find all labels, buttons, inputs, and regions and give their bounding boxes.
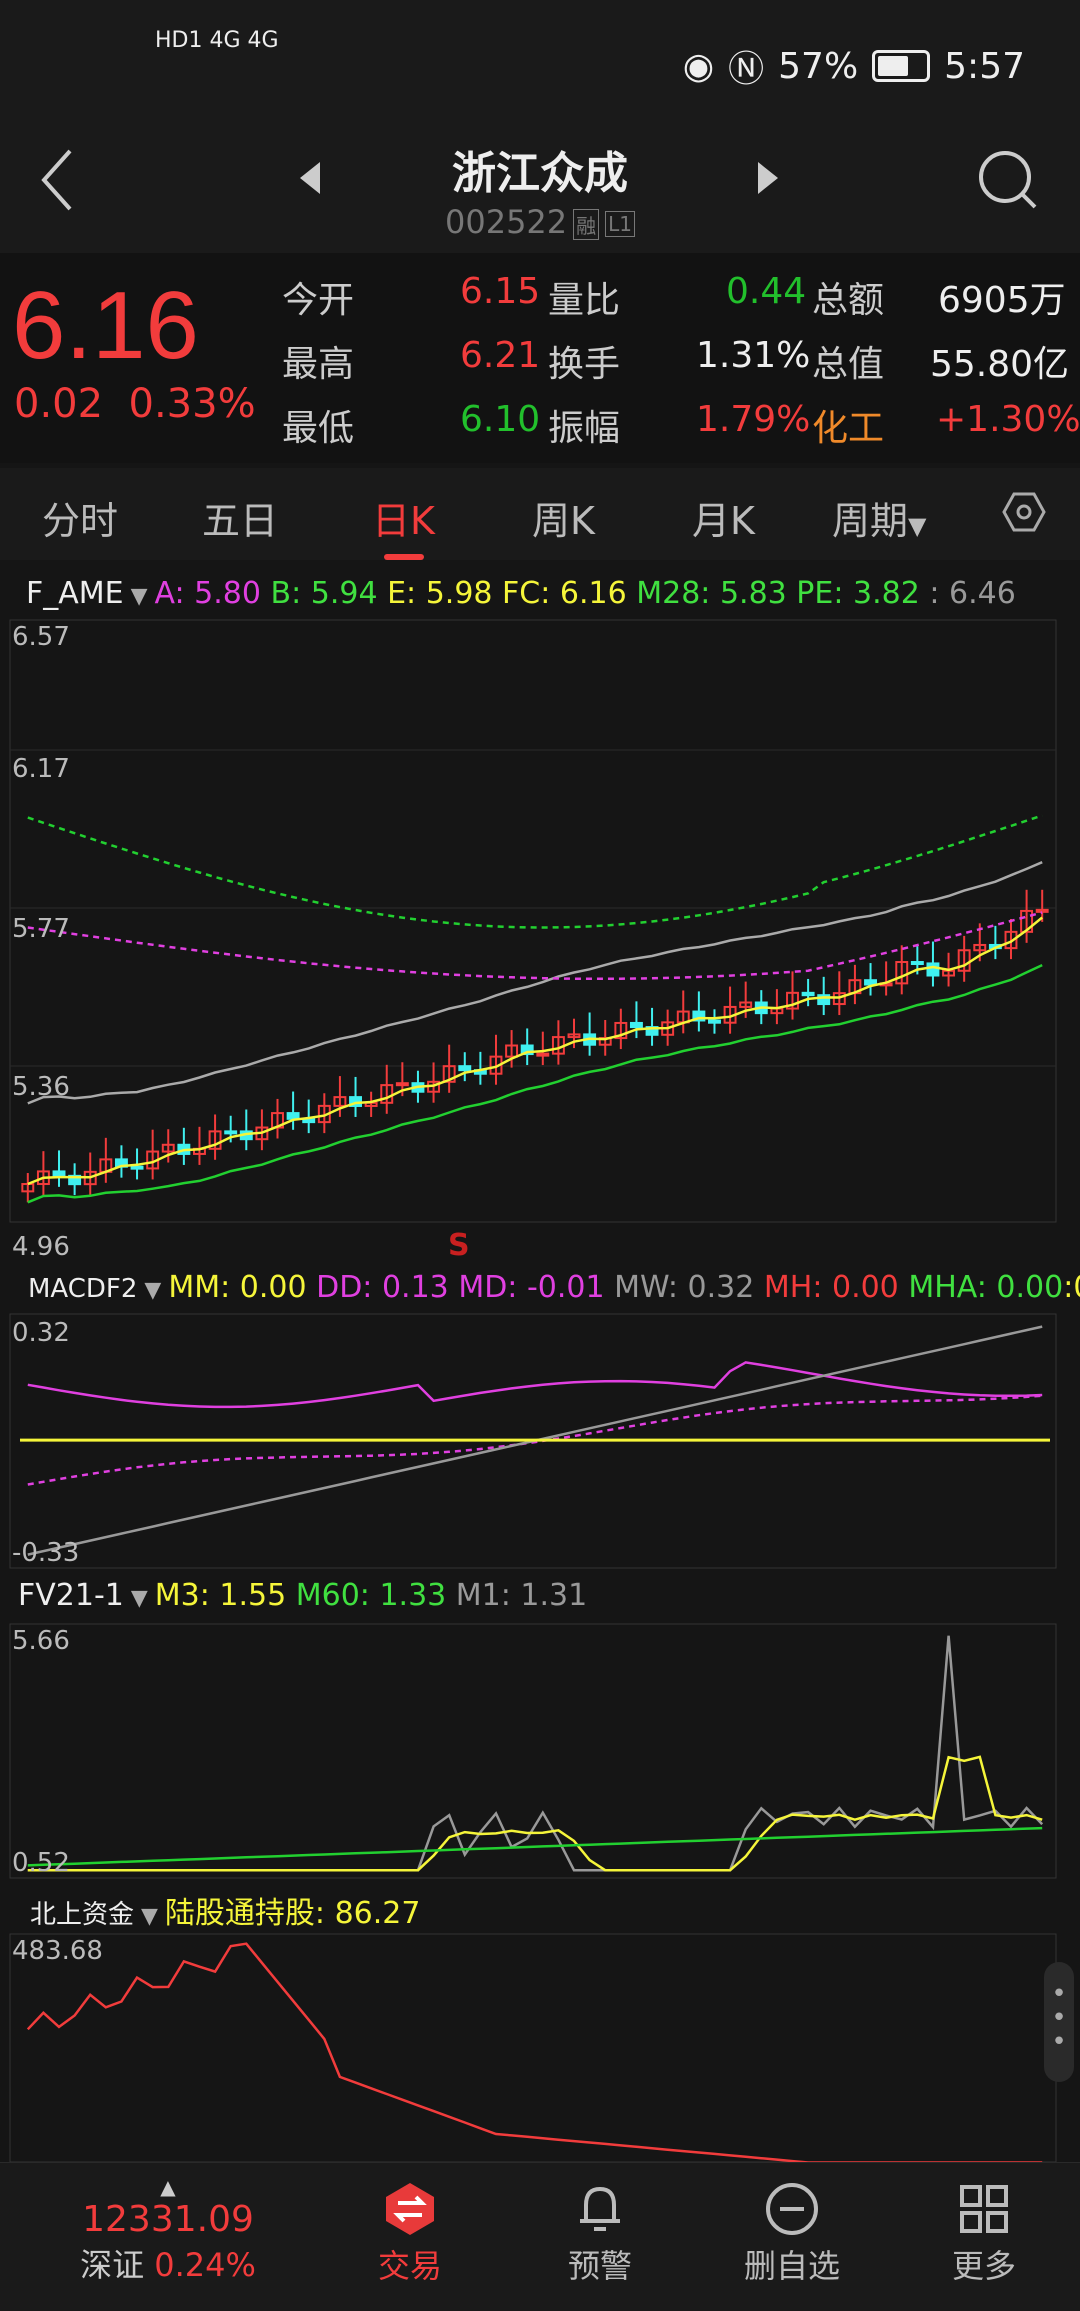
battery-percent: 57% xyxy=(778,45,859,87)
next-stock-icon[interactable] xyxy=(756,160,780,196)
nfc-icon: Ⓝ xyxy=(728,49,765,90)
bell-icon xyxy=(580,2186,620,2231)
candle-body xyxy=(864,979,877,986)
north-fund-line xyxy=(26,1942,1043,2164)
settings-hexagon-icon[interactable] xyxy=(1002,490,1046,534)
panel-frame xyxy=(9,1933,1057,2163)
main-axis-2: 6.17 xyxy=(12,754,70,784)
candle-body xyxy=(801,991,815,997)
index-value: 12331.09 xyxy=(82,2199,254,2240)
macd-axis-bottom: -0.33 xyxy=(12,1538,80,1568)
main-axis-3: 5.77 xyxy=(12,914,70,944)
north-axis-top: 483.68 xyxy=(12,1936,103,1966)
candle-body xyxy=(286,1112,300,1120)
price-change: 0.02 0.33% xyxy=(14,381,256,427)
status-bar: HD1 4G 4G ◉ Ⓝ 57% 5:57 xyxy=(0,0,1080,125)
nav-alert[interactable]: 预警 xyxy=(520,2181,680,2287)
magenta-dashed-line xyxy=(27,911,1043,981)
sell-signal-marker: S xyxy=(448,1228,470,1263)
nav-trade[interactable]: 交易 xyxy=(330,2181,490,2287)
candle-body xyxy=(224,1130,238,1135)
north-fund-legend[interactable]: 北上资金 ▼ 陆股通持股: 86.27 xyxy=(30,1888,420,1932)
main-axis-bottom: 4.96 xyxy=(12,1232,70,1262)
clock: 5:57 xyxy=(944,45,1025,87)
fv-m1-line xyxy=(27,1635,1044,1872)
drag-handle[interactable]: • • • xyxy=(1044,1962,1074,2082)
sector-label[interactable]: 化工 xyxy=(812,399,884,451)
index-pct: 0.24% xyxy=(154,2246,256,2284)
chevron-down-icon: ▼ xyxy=(908,512,927,540)
stock-code: 002522 融 L1 xyxy=(0,203,1080,241)
trade-icon xyxy=(386,2183,434,2235)
turnover-amount-value: 6905万 xyxy=(938,280,1066,321)
candle-body xyxy=(52,1170,66,1177)
eye-icon: ◉ xyxy=(682,45,715,87)
signal-indicators: HD1 4G 4G xyxy=(155,28,279,53)
candle-body xyxy=(708,1019,721,1024)
tab-five-day[interactable]: 五日 xyxy=(202,490,278,545)
candle-body xyxy=(536,1052,550,1057)
bottom-nav: ▲ 12331.09 深证 0.24% 交易 预警 删自选 更多 xyxy=(0,2162,1080,2311)
search-icon[interactable] xyxy=(975,147,1039,211)
current-price: 6.16 xyxy=(12,272,199,379)
candle-body xyxy=(629,1021,643,1029)
panel-frame xyxy=(9,1623,1057,1879)
macd-md-line xyxy=(27,1361,1043,1409)
tab-weekly-k[interactable]: 周K xyxy=(532,490,595,545)
index-name: 深证 xyxy=(80,2246,145,2284)
turnover-amount-label: 总额 xyxy=(812,280,885,321)
margin-tag: 融 xyxy=(573,208,600,240)
chart-area[interactable]: F_AME ▼ A: 5.80 B: 5.94 E: 5.98 FC: 6.16… xyxy=(0,562,1080,2164)
candle-body xyxy=(395,1082,409,1087)
macd-axis-top: 0.32 xyxy=(12,1318,70,1348)
market-cap-value: 55.80亿 xyxy=(930,344,1070,385)
expand-up-icon: ▲ xyxy=(160,2175,176,2199)
grid-icon xyxy=(960,2185,1008,2233)
tab-daily-k[interactable]: 日K xyxy=(372,490,435,545)
market-cap-label: 总值 xyxy=(812,344,885,385)
volume-ratio-value: 0.44 xyxy=(726,271,807,312)
candle-body xyxy=(926,962,940,977)
period-tabs: 分时 五日 日K 周K 月K 周期▼ xyxy=(0,468,1080,560)
high-value: 6.21 xyxy=(460,335,541,376)
turnover-rate-value: 1.31% xyxy=(696,335,811,376)
stock-name: 浙江众成 xyxy=(452,148,628,199)
tab-monthly-k[interactable]: 月K xyxy=(692,490,755,545)
stock-header: 浙江众成 002522 融 L1 xyxy=(0,125,1080,253)
main-axis-4: 5.36 xyxy=(12,1072,70,1102)
battery-icon xyxy=(872,50,931,82)
fv-axis-bottom: 0.52 xyxy=(12,1848,70,1878)
amplitude-value: 1.79% xyxy=(696,399,811,440)
nav-more[interactable]: 更多 xyxy=(904,2181,1064,2287)
minus-circle-icon xyxy=(766,2183,818,2235)
fv-m3-line xyxy=(27,1755,1043,1872)
candle-body xyxy=(910,961,924,966)
main-indicator-legend[interactable]: F_AME ▼ A: 5.80 B: 5.94 E: 5.98 FC: 6.16… xyxy=(26,576,1016,611)
fv-axis-top: 5.66 xyxy=(12,1626,70,1656)
open-value: 6.15 xyxy=(460,271,541,312)
sector-change: +1.30% xyxy=(936,399,1080,440)
quote-row-open: 今开 xyxy=(282,280,355,321)
nav-remove-watchlist[interactable]: 删自选 xyxy=(712,2181,872,2287)
high-label: 最高 xyxy=(282,344,355,385)
fv-indicator-legend[interactable]: FV21-1 ▼ M3: 1.55 M60: 1.33 M1: 1.31 xyxy=(18,1578,587,1613)
low-label: 最低 xyxy=(282,408,355,449)
candle-body xyxy=(458,1065,472,1072)
turnover-rate-label: 换手 xyxy=(548,344,621,385)
low-value: 6.10 xyxy=(460,399,541,440)
tab-period[interactable]: 周期▼ xyxy=(832,490,926,545)
level-tag: L1 xyxy=(605,211,636,237)
macd-indicator-legend[interactable]: MACDF2 ▼ MM: 0.00 DD: 0.13 MD: -0.01 MW:… xyxy=(28,1270,1080,1305)
status-right: ◉ Ⓝ 57% 5:57 xyxy=(683,40,1025,92)
main-axis-top: 6.57 xyxy=(12,622,70,652)
candle-body xyxy=(1035,908,1049,913)
quote-panel: 6.16 0.02 0.33% 今开 6.15 量比 0.44 总额 6905万… xyxy=(0,253,1080,463)
active-tab-indicator xyxy=(384,554,424,560)
panel-frame xyxy=(9,619,1057,1223)
amplitude-label: 振幅 xyxy=(548,408,621,449)
volume-ratio-label: 量比 xyxy=(548,280,621,321)
index-widget[interactable]: ▲ 12331.09 深证 0.24% xyxy=(78,2175,258,2286)
tab-intraday[interactable]: 分时 xyxy=(42,490,118,545)
candle-body xyxy=(130,1165,144,1170)
